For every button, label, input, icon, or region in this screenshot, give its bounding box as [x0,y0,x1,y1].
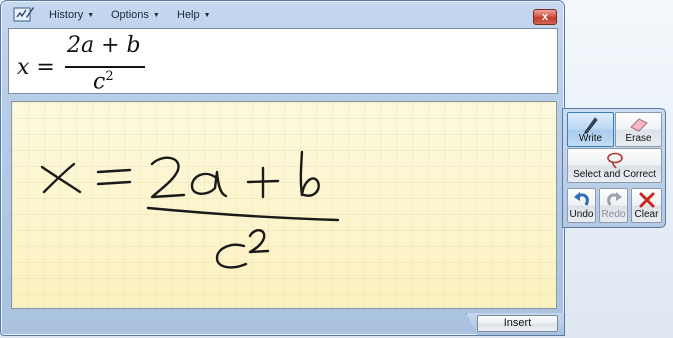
redo-label: Redo [601,209,626,220]
close-icon: x [541,11,549,23]
menu-help[interactable]: Help ▼ [177,9,211,21]
menu-history-label: History [49,9,84,21]
redo-arrow-icon [606,192,622,206]
select-and-correct-label: Select and Correct [573,169,656,180]
formula-denominator-base: c [93,69,106,95]
handwriting-ink [40,150,340,269]
writing-pad[interactable] [11,101,557,309]
formula-denominator-exponent: 2 [105,69,114,84]
pen-icon [583,117,598,134]
select-and-correct-button[interactable]: Select and Correct [567,148,662,183]
undo-button[interactable]: Undo [567,188,596,223]
close-button[interactable]: x [533,9,557,25]
undo-label: Undo [569,209,594,220]
redo-button[interactable]: Redo [599,188,628,223]
chevron-down-icon: ▼ [87,11,95,19]
chevron-down-icon: ▼ [203,11,211,19]
tool-panel: Write Erase Select and Correct Undo Redo [562,108,666,228]
clear-button[interactable]: Clear [631,188,662,223]
lasso-icon [606,152,623,169]
app-pen-icon[interactable] [13,5,35,23]
menu-options-label: Options [111,9,149,21]
clear-label: Clear [634,209,659,220]
insert-button[interactable]: Insert [477,315,558,332]
write-label: Write [578,133,603,144]
undo-arrow-icon [573,192,589,206]
menu-options[interactable]: Options ▼ [111,9,160,21]
erase-button[interactable]: Erase [615,112,662,147]
recognized-preview: x = 2a + b c2 [8,28,558,94]
write-button[interactable]: Write [567,112,614,147]
chevron-down-icon: ▼ [152,11,160,19]
fraction-bar [65,66,145,68]
formula-denominator: c2 [93,69,114,94]
formula-lhs: x = [17,55,55,80]
erase-label: Erase [625,133,652,144]
eraser-icon [629,118,648,132]
menu-help-label: Help [177,9,200,21]
formula-numerator: 2a + b [67,33,141,58]
clear-x-icon [639,192,654,208]
menu-history[interactable]: History ▼ [49,9,94,21]
